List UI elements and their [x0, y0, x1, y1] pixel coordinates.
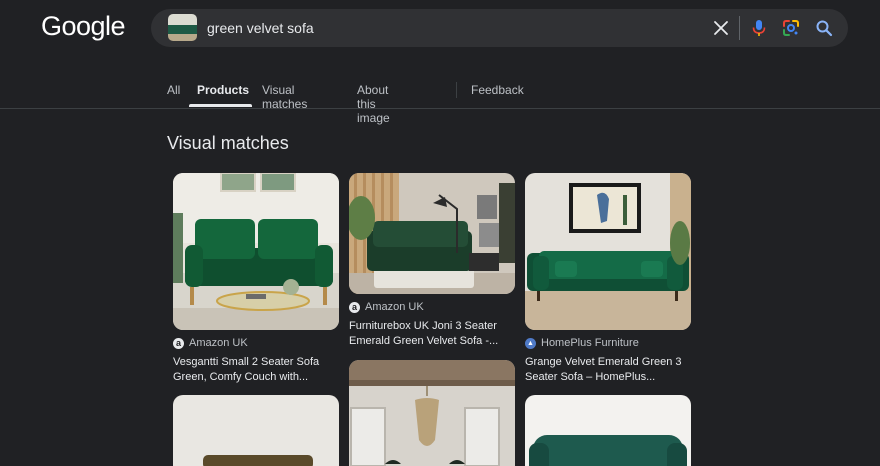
result-title[interactable]: Grange Velvet Emerald Green 3 Seater Sof… — [525, 355, 691, 385]
active-tab-indicator — [189, 104, 252, 107]
tab-products[interactable]: Products — [197, 83, 249, 97]
amazon-favicon: a — [349, 301, 360, 313]
feedback-link[interactable]: Feedback — [471, 83, 524, 97]
voice-search-icon[interactable] — [749, 18, 769, 38]
result-card[interactable] — [173, 395, 339, 466]
result-source-name: Amazon UK — [365, 301, 424, 313]
result-image[interactable] — [173, 173, 339, 330]
section-title: Visual matches — [167, 133, 289, 153]
result-title-line: Grange Velvet Emerald Green 3 — [525, 356, 682, 368]
result-card[interactable] — [525, 395, 691, 466]
search-divider — [739, 16, 740, 40]
amazon-favicon: a — [173, 337, 184, 349]
result-title[interactable]: Furniturebox UK Joni 3 Seater Emerald Gr… — [349, 319, 515, 349]
result-title[interactable]: Vesgantti Small 2 Seater Sofa Green, Com… — [173, 355, 339, 385]
result-card[interactable] — [349, 360, 515, 466]
result-image[interactable] — [349, 173, 515, 294]
google-logo[interactable]: Google — [41, 11, 126, 42]
result-source[interactable]: ▲ HomePlus Furniture — [525, 337, 691, 349]
tab-about-this-image[interactable]: About this image — [357, 83, 390, 125]
search-icon[interactable] — [814, 18, 834, 38]
result-image[interactable] — [173, 395, 339, 466]
tab-visual-matches[interactable]: Visual matches — [262, 83, 307, 111]
header-divider — [0, 108, 880, 109]
result-title-line: Vesgantti Small 2 Seater Sofa — [173, 356, 320, 368]
result-source[interactable]: a Amazon UK — [349, 301, 515, 313]
result-source[interactable]: a Amazon UK — [173, 337, 339, 349]
result-card[interactable]: a Amazon UK Furniturebox UK Joni 3 Seate… — [349, 173, 515, 349]
search-image-thumbnail[interactable] — [168, 14, 197, 41]
clear-icon[interactable] — [711, 18, 731, 38]
result-image[interactable] — [525, 173, 691, 330]
homeplus-favicon: ▲ — [525, 337, 536, 349]
result-image[interactable] — [349, 360, 515, 466]
result-card[interactable]: ▲ HomePlus Furniture Grange Velvet Emera… — [525, 173, 691, 385]
search-bar[interactable]: green velvet sofa — [151, 9, 848, 47]
result-image[interactable] — [525, 395, 691, 466]
result-card[interactable]: a Amazon UK Vesgantti Small 2 Seater Sof… — [173, 173, 339, 385]
tab-separator — [456, 82, 457, 98]
result-title-line: Green, Comfy Couch with... — [173, 371, 309, 383]
search-input[interactable]: green velvet sofa — [207, 20, 314, 36]
result-title-line: Furniturebox UK Joni 3 Seater — [349, 320, 497, 332]
result-title-line: Seater Sofa – HomePlus... — [525, 371, 656, 383]
lens-icon[interactable] — [781, 18, 801, 38]
result-source-name: Amazon UK — [189, 337, 248, 349]
result-title-line: Emerald Green Velvet Sofa -... — [349, 335, 499, 347]
tab-all[interactable]: All — [167, 83, 180, 97]
result-source-name: HomePlus Furniture — [541, 337, 639, 349]
